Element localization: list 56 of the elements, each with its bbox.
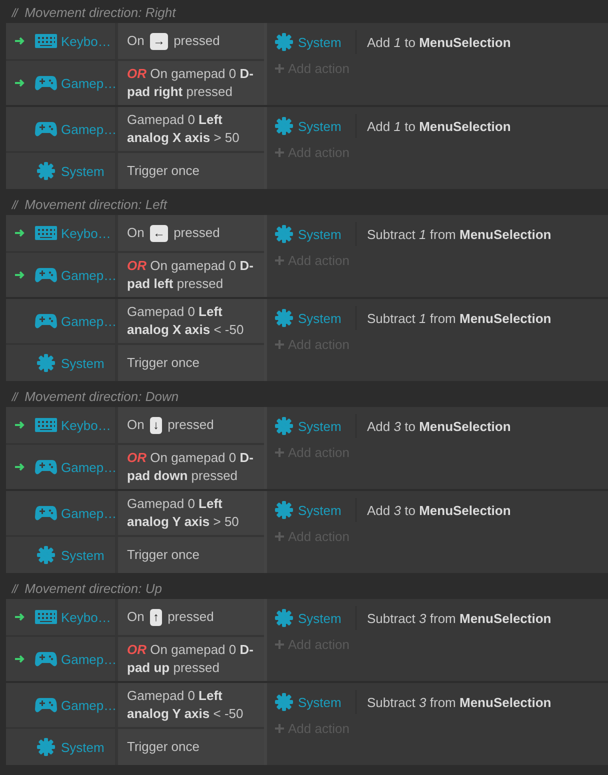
gear-icon [275,225,293,243]
comment-text: Movement direction: Left [24,197,168,212]
comment-text: Movement direction: Up [24,581,162,596]
action-object[interactable]: System [298,310,342,326]
comment-marker: // [12,6,17,20]
plus-icon [275,64,284,72]
gear-icon [275,309,293,327]
comment-marker: // [12,582,17,596]
action-object[interactable]: System [298,226,342,242]
gear-icon [275,501,293,519]
gamepad-icon [35,698,57,712]
keyboard-icon [35,34,57,48]
action-text[interactable]: Add 1 to MenuSelection [357,34,511,50]
gear-icon [37,354,55,372]
gear-icon [275,117,293,135]
gear-icon [37,738,55,756]
plus-icon [275,448,284,456]
gamepad-icon [35,76,57,90]
keyboard-icon [35,418,57,432]
gear-icon [275,693,293,711]
gamepad-icon [35,122,57,136]
plus-icon [275,340,284,348]
gear-icon [37,162,55,180]
comment-text: Movement direction: Right [24,5,176,20]
gamepad-icon [35,460,57,474]
action-text[interactable]: Subtract 1 from MenuSelection [357,226,552,242]
action-object[interactable]: System [298,610,342,626]
action-object[interactable]: System [298,418,342,434]
gamepad-icon [35,314,57,328]
keyboard-icon [35,226,57,240]
plus-icon [275,148,284,156]
plus-icon [275,724,284,732]
gear-icon [275,33,293,51]
comment-marker: // [12,198,17,212]
plus-icon [275,532,284,540]
gear-icon [37,546,55,564]
action-object[interactable]: System [298,118,342,134]
plus-icon [275,256,284,264]
action-text[interactable]: Add 3 to MenuSelection [357,418,511,434]
gamepad-icon [35,268,57,282]
comment-text: Movement direction: Down [24,389,179,404]
action-object[interactable]: System [298,34,342,50]
gear-icon [275,417,293,435]
action-text[interactable]: Add 3 to MenuSelection [357,502,511,518]
keyboard-icon [35,610,57,624]
gear-icon [275,609,293,627]
gamepad-icon [35,506,57,520]
action-text[interactable]: Add 1 to MenuSelection [357,118,511,134]
comment-marker: // [12,390,17,404]
gamepad-icon [35,652,57,666]
action-text[interactable]: Subtract 1 from MenuSelection [357,310,552,326]
action-object[interactable]: System [298,694,342,710]
plus-icon [275,640,284,648]
action-object[interactable]: System [298,502,342,518]
action-text[interactable]: Subtract 3 from MenuSelection [357,694,552,710]
action-text[interactable]: Subtract 3 from MenuSelection [357,610,552,626]
